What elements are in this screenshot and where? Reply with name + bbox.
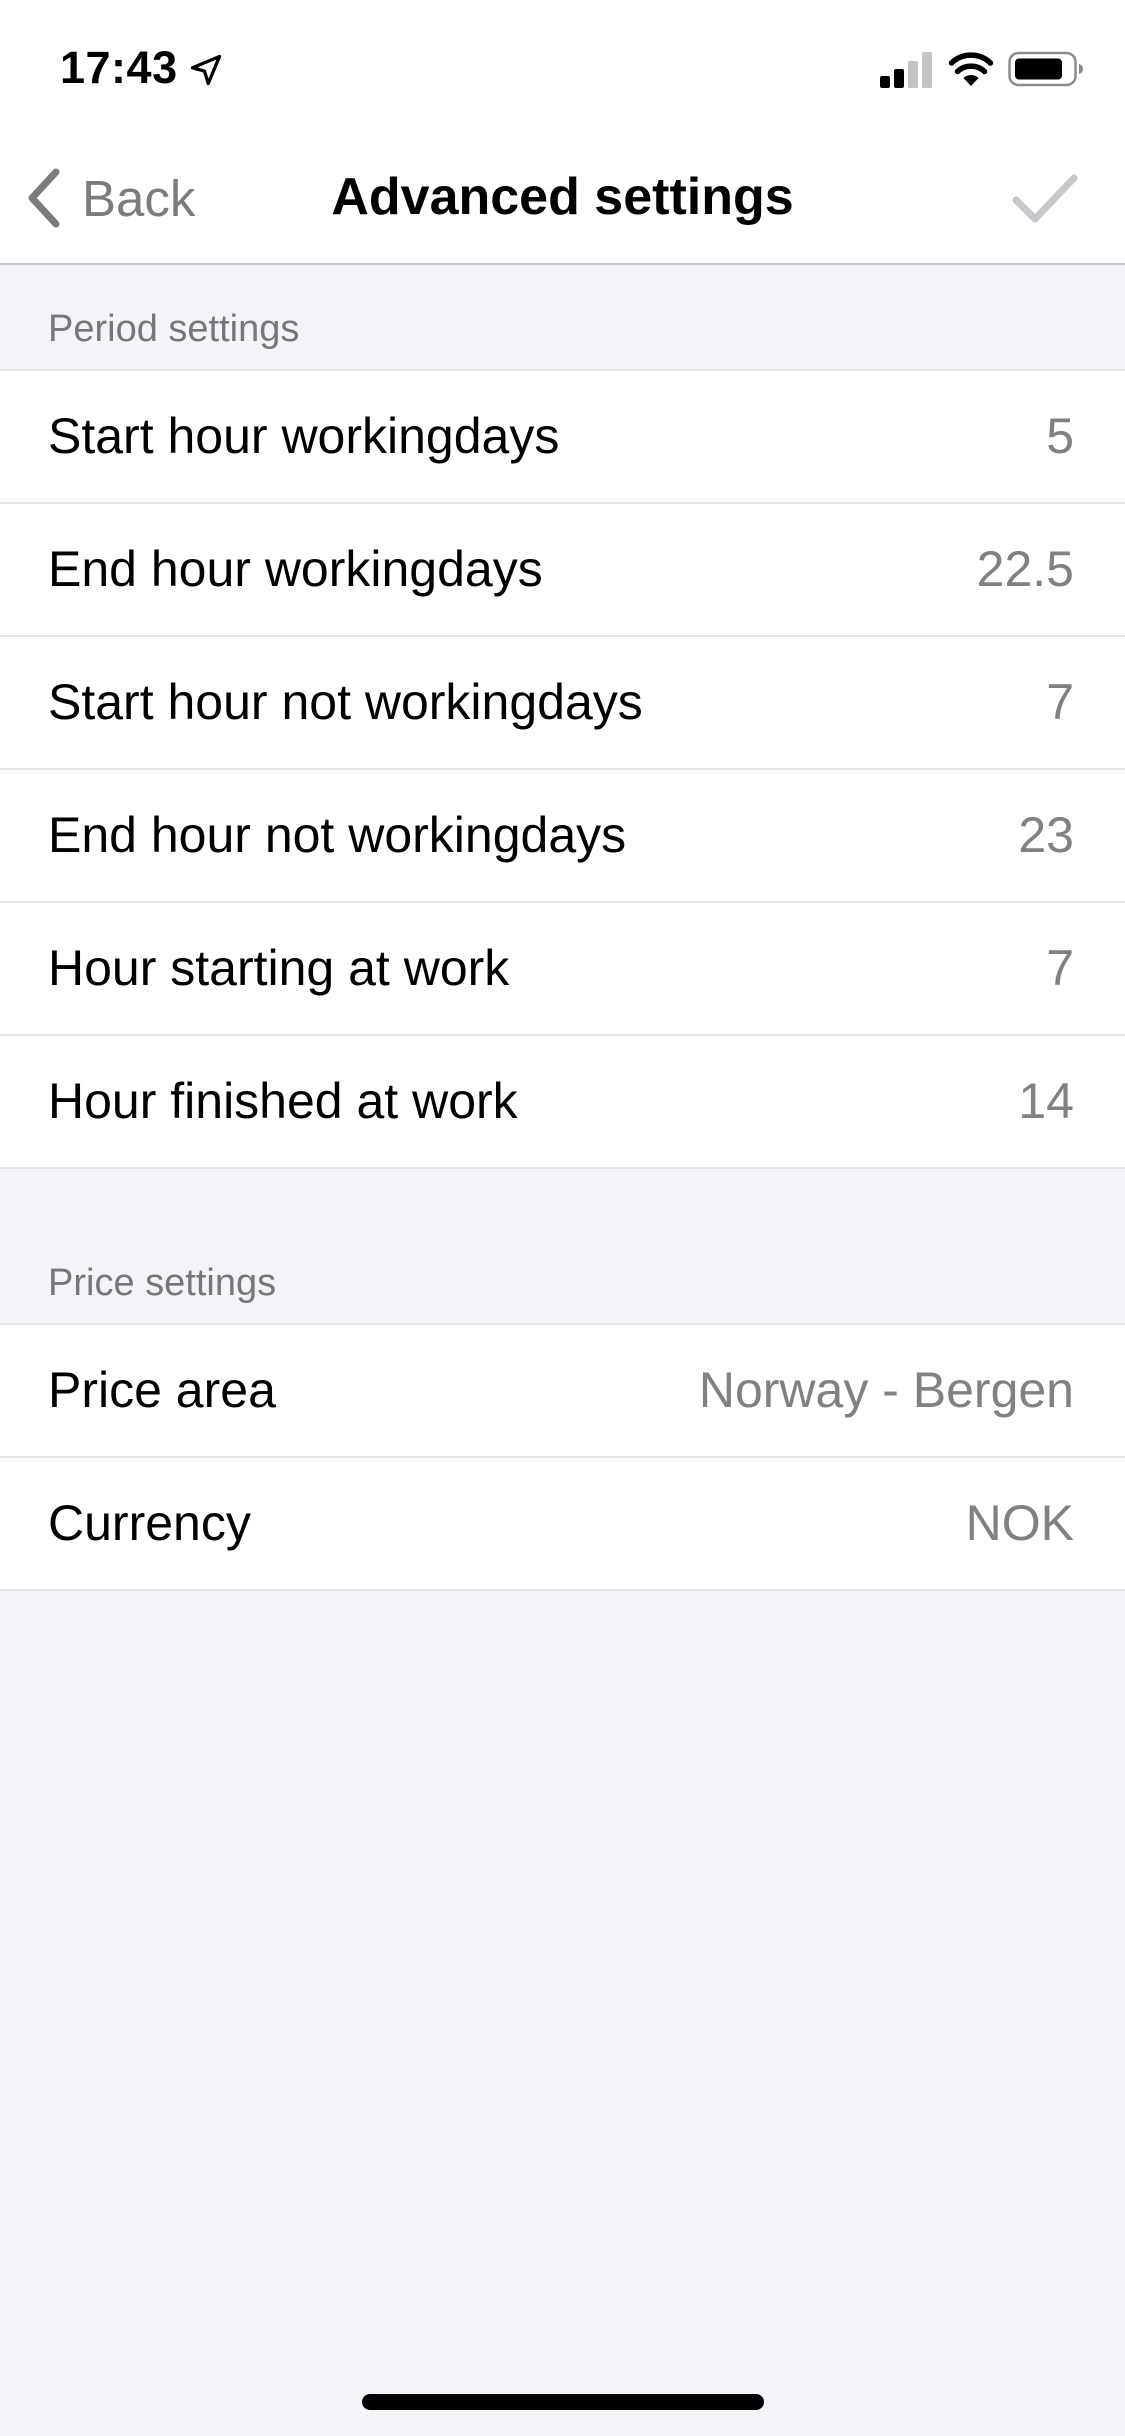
row-end-hour-workingdays[interactable]: End hour workingdays 22.5 — [0, 504, 1125, 637]
row-end-hour-not-workingdays[interactable]: End hour not workingdays 23 — [0, 770, 1125, 903]
row-hour-starting-at-work[interactable]: Hour starting at work 7 — [0, 903, 1125, 1036]
row-value: Norway - Bergen — [698, 1362, 1074, 1418]
row-label: End hour workingdays — [48, 541, 543, 597]
back-label: Back — [82, 169, 196, 227]
row-value: 23 — [1018, 807, 1074, 863]
row-value: 5 — [1046, 408, 1074, 464]
chevron-left-icon — [28, 168, 60, 228]
section-header-price-settings: Price settings — [48, 1262, 277, 1304]
row-value: 22.5 — [976, 541, 1074, 597]
location-arrow-icon — [190, 54, 222, 86]
row-label: Price area — [48, 1362, 276, 1418]
row-value: 7 — [1046, 940, 1074, 996]
row-start-hour-workingdays[interactable]: Start hour workingdays 5 — [0, 371, 1125, 504]
battery-icon — [1008, 51, 1083, 87]
row-label: Start hour not workingdays — [48, 674, 643, 730]
row-label: End hour not workingdays — [48, 807, 627, 863]
row-currency[interactable]: Currency NOK — [0, 1458, 1125, 1589]
row-label: Hour finished at work — [48, 1073, 518, 1129]
period-settings-group: Start hour workingdays 5 End hour workin… — [0, 369, 1125, 1169]
row-price-area[interactable]: Price area Norway - Bergen — [0, 1325, 1125, 1458]
row-label: Start hour workingdays — [48, 408, 560, 464]
status-bar: 17:43 — [0, 0, 1125, 132]
row-start-hour-not-workingdays[interactable]: Start hour not workingdays 7 — [0, 637, 1125, 770]
row-value: 14 — [1018, 1073, 1074, 1129]
wifi-icon — [948, 52, 994, 86]
navigation-bar: Back Advanced settings — [0, 132, 1125, 265]
price-settings-group: Price area Norway - Bergen Currency NOK — [0, 1323, 1125, 1591]
row-value: 7 — [1046, 674, 1074, 730]
cellular-signal-icon — [880, 52, 932, 88]
row-label: Currency — [48, 1495, 251, 1551]
row-hour-finished-at-work[interactable]: Hour finished at work 14 — [0, 1036, 1125, 1167]
row-label: Hour starting at work — [48, 940, 510, 996]
status-time: 17:43 — [60, 42, 178, 93]
back-button[interactable]: Back — [24, 160, 224, 236]
home-indicator[interactable] — [362, 2394, 764, 2410]
row-value: NOK — [965, 1495, 1074, 1551]
section-header-period-settings: Period settings — [48, 308, 300, 350]
checkmark-icon[interactable] — [1010, 168, 1080, 228]
